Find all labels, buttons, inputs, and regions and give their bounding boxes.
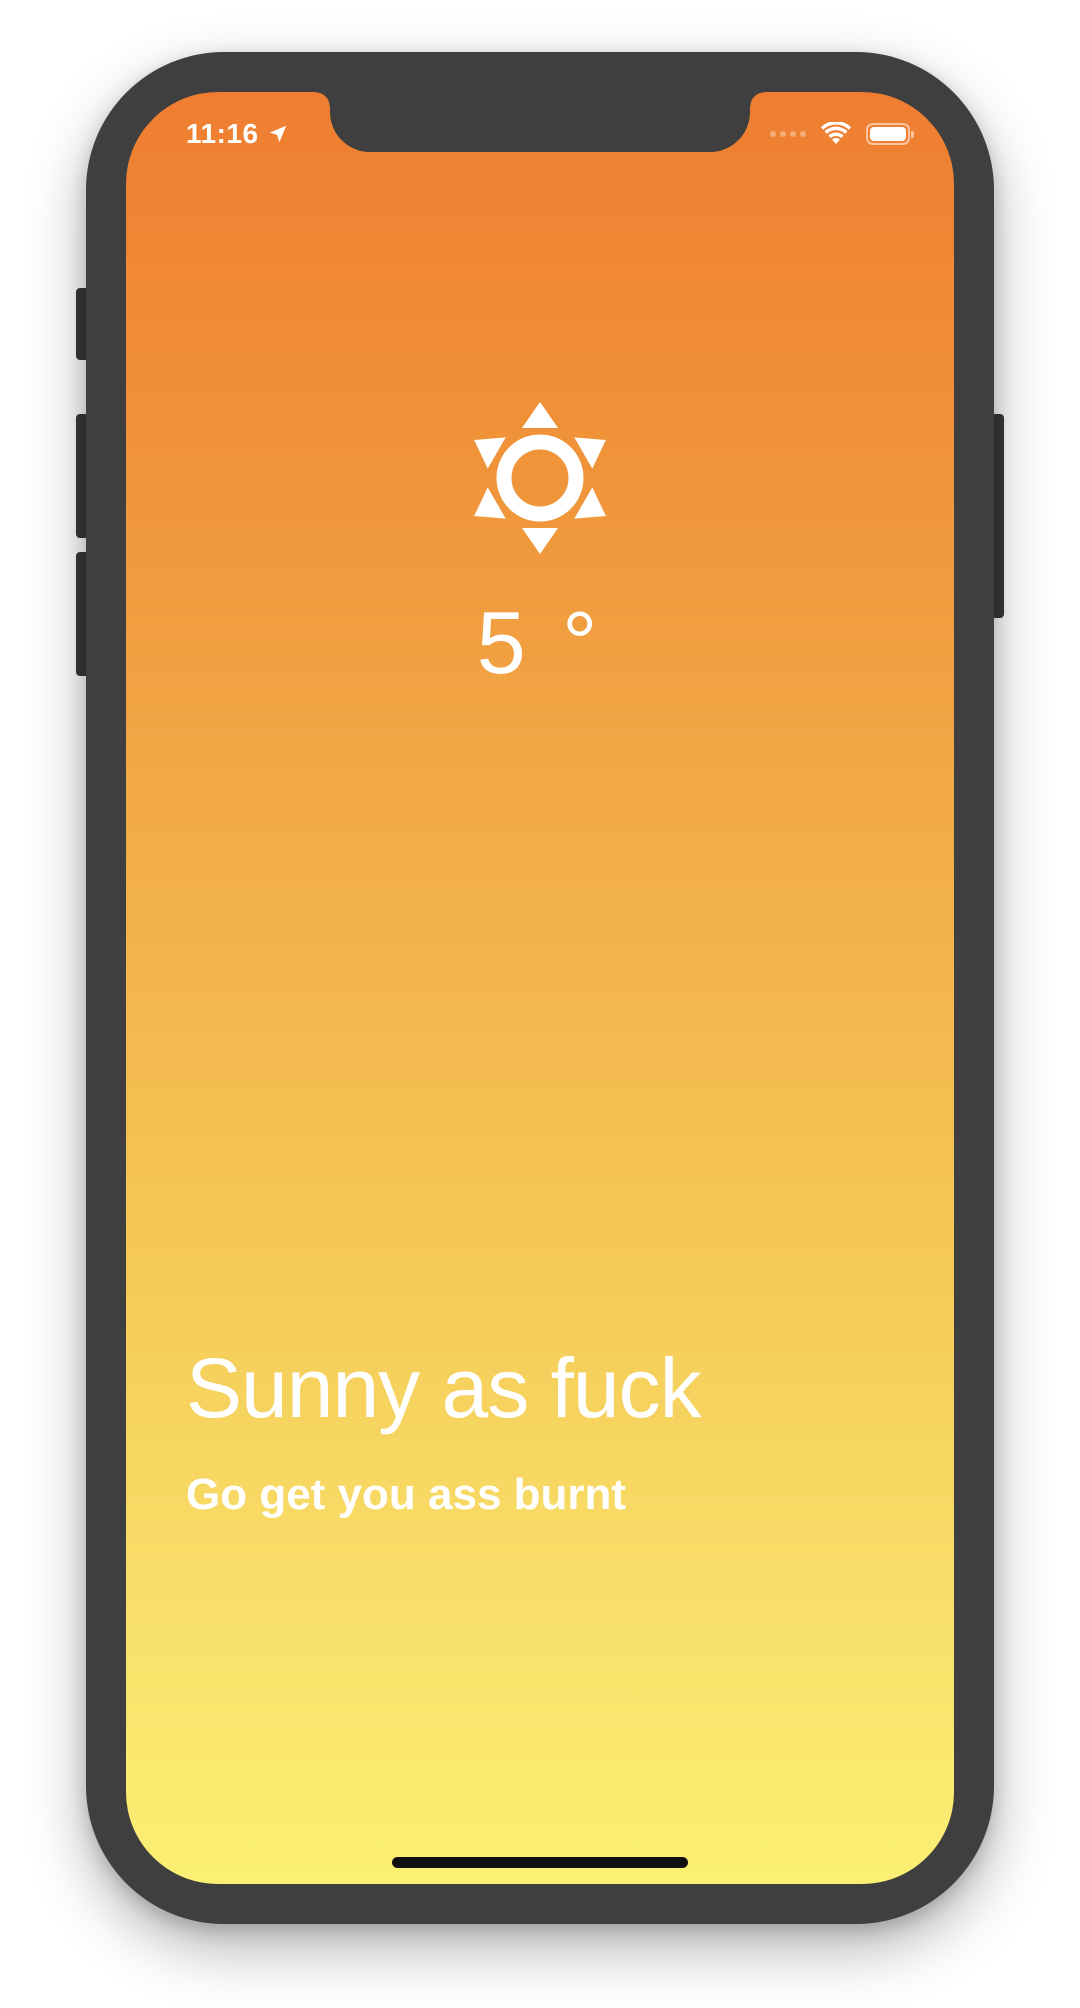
status-bar-indicators — [770, 122, 914, 146]
home-indicator[interactable] — [392, 1857, 688, 1868]
status-bar-time: 11:16 — [186, 118, 289, 150]
notch — [316, 92, 764, 152]
battery-icon — [866, 123, 914, 145]
temperature-label: 5 ° — [476, 593, 604, 692]
battery-level — [870, 127, 906, 141]
app-screen: 11:16 5 ° Sunny as fuck Go get you ass b… — [126, 92, 954, 1884]
status-time-label: 11:16 — [186, 118, 259, 149]
weather-subline: Go get you ass burnt — [186, 1470, 627, 1519]
wifi-icon — [820, 122, 852, 144]
device-stage: 11:16 5 ° Sunny as fuck Go get you ass b… — [0, 0, 1080, 2008]
cellular-signal-icon — [770, 131, 806, 137]
location-arrow-icon — [269, 125, 286, 143]
weather-headline: Sunny as fuck — [186, 1341, 702, 1435]
sun-icon — [474, 402, 606, 554]
